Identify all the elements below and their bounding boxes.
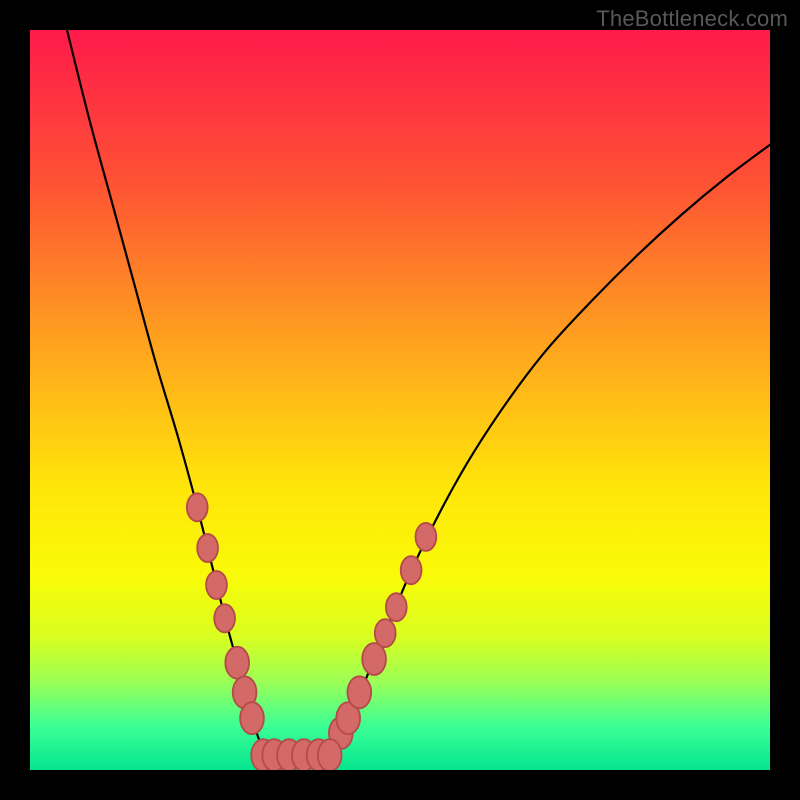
chart-svg	[30, 30, 770, 770]
bead-right-6	[401, 556, 422, 584]
bead-right-3	[362, 643, 386, 675]
bead-right-4	[375, 619, 396, 647]
bead-right-7	[416, 523, 437, 551]
bead-left-0	[187, 493, 208, 521]
bead-bottom-5	[318, 739, 342, 770]
bead-left-3	[214, 604, 235, 632]
bead-left-4	[225, 647, 249, 679]
bead-right-2	[347, 676, 371, 708]
frame: TheBottleneck.com	[0, 0, 800, 800]
bead-left-2	[206, 571, 227, 599]
chart-background	[30, 30, 770, 770]
plot-area	[30, 30, 770, 770]
bead-left-6	[240, 702, 264, 734]
watermark-text: TheBottleneck.com	[596, 6, 788, 32]
bead-left-1	[197, 534, 218, 562]
bead-right-5	[386, 593, 407, 621]
